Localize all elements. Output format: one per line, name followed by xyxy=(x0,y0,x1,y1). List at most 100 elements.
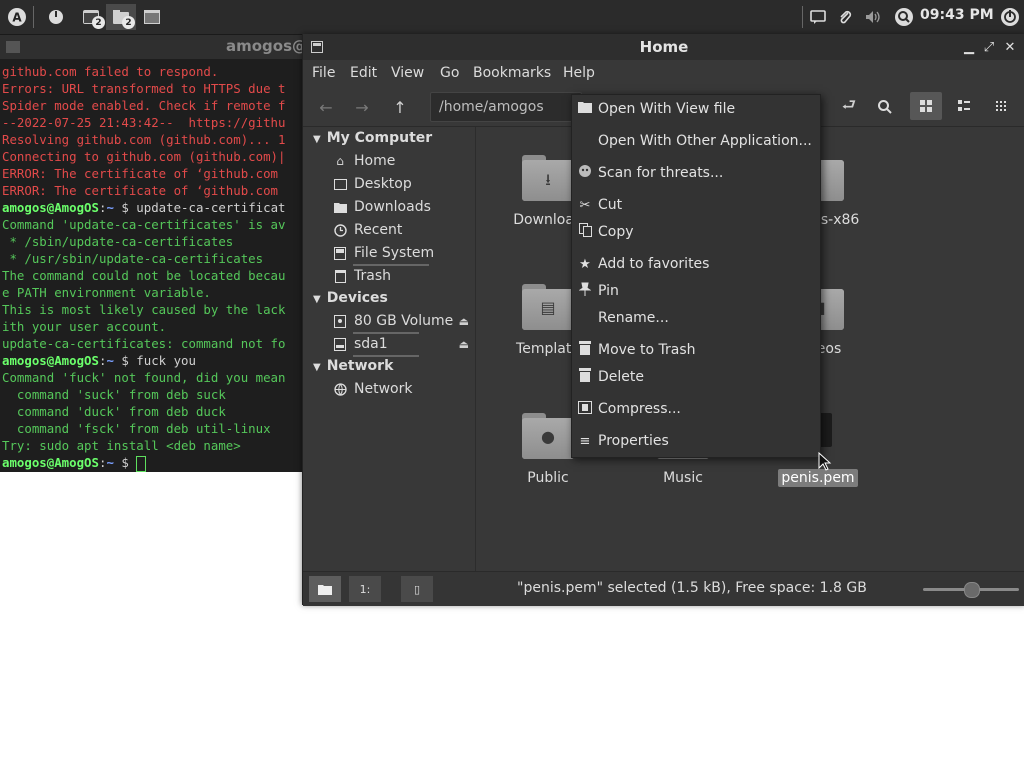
terminal-window[interactable]: amogos@ github.com failed to respond. Err… xyxy=(0,35,310,472)
context-menu-item[interactable]: Open With View file xyxy=(572,97,820,121)
show-treeview-button[interactable]: 1: xyxy=(349,576,381,602)
sidebar-section-devices[interactable]: ▼ Devices xyxy=(313,290,388,306)
menu-go[interactable]: Go xyxy=(440,65,459,81)
minimize-icon[interactable]: ▁ xyxy=(960,38,978,56)
terminal-titlebar[interactable]: amogos@ xyxy=(0,35,310,59)
context-menu-item[interactable]: ★ Add to favorites xyxy=(572,252,820,276)
terminal-output: github.com failed to respond. Errors: URL… xyxy=(2,63,310,472)
terminal-line: --2022-07-25 21:43:42-- https://githu xyxy=(2,115,286,130)
drive-icon xyxy=(333,337,347,351)
toggle-location-icon[interactable]: ⮐ xyxy=(836,94,862,120)
location-path: /home/amogos xyxy=(439,99,544,115)
terminal-icon xyxy=(6,41,20,53)
volume-usage-bar xyxy=(353,355,419,357)
taskbar-window-button[interactable] xyxy=(137,4,167,30)
mouse-pointer-icon xyxy=(818,452,832,471)
context-menu-item[interactable]: Open With Other Application... xyxy=(572,129,820,153)
search-icon[interactable] xyxy=(872,94,898,120)
compact-view-button[interactable] xyxy=(985,92,1017,120)
scan-icon xyxy=(572,164,598,182)
taskbar-files-button[interactable]: 2 xyxy=(106,4,136,30)
menu-bookmarks[interactable]: Bookmarks xyxy=(473,65,551,81)
terminal-line: amogos@AmogOS:~ $ fuck you xyxy=(2,353,196,368)
drive-icon xyxy=(333,314,347,328)
menu-view[interactable]: View xyxy=(391,65,424,81)
prompt-path: ~ xyxy=(106,455,114,470)
zoom-slider-knob[interactable] xyxy=(964,582,980,598)
menu-help[interactable]: Help xyxy=(563,65,595,81)
menu-file[interactable]: File xyxy=(312,65,335,81)
prompt-path: ~ xyxy=(106,353,114,368)
sidebar-item-desktop[interactable]: Desktop xyxy=(333,176,412,192)
location-bar[interactable]: /home/amogos xyxy=(430,92,582,122)
prompt-path: ~ xyxy=(106,200,114,215)
sidebar-item-network[interactable]: Network xyxy=(333,381,412,397)
menu-edit[interactable]: Edit xyxy=(350,65,377,81)
context-menu-item[interactable]: Rename... xyxy=(572,306,820,330)
terminal-line: e PATH environment variable. xyxy=(2,285,211,300)
icon-view-button[interactable] xyxy=(910,92,942,120)
maximize-icon[interactable]: ⤢ xyxy=(980,38,998,56)
terminal-line: ERROR: The certificate of ‘github.com xyxy=(2,183,279,198)
sidebar-section-network[interactable]: ▼ Network xyxy=(313,358,393,374)
context-menu-item[interactable]: ✂ Cut xyxy=(572,193,820,217)
status-text: "penis.pem" selected (1.5 kB), Free spac… xyxy=(517,580,867,596)
zoom-slider[interactable] xyxy=(923,582,1019,598)
delete-icon xyxy=(572,368,598,386)
list-view-button[interactable] xyxy=(948,92,980,120)
eject-icon[interactable]: ⏏ xyxy=(459,338,469,351)
context-menu-item[interactable]: Compress... xyxy=(572,397,820,421)
context-menu-item[interactable]: ≡ Properties xyxy=(572,429,820,453)
context-menu-item[interactable]: Pin xyxy=(572,279,820,303)
trash-icon xyxy=(333,269,347,283)
notifications-icon[interactable] xyxy=(803,4,833,30)
volume-icon[interactable] xyxy=(858,4,888,30)
copy-icon xyxy=(572,223,598,241)
up-arrow-icon[interactable]: ↑ xyxy=(387,94,413,120)
terminal-line: Spider mode enabled. Check if remote f xyxy=(2,98,286,113)
power-app-icon[interactable] xyxy=(41,4,71,30)
context-menu-item[interactable]: Copy xyxy=(572,220,820,244)
back-arrow-icon[interactable]: ← xyxy=(313,94,339,120)
terminal-line: Command 'update-ca-certificates' is av xyxy=(2,217,286,232)
context-menu-item[interactable]: Scan for threats... xyxy=(572,161,820,185)
sidebar-item-recent[interactable]: Recent xyxy=(333,222,402,238)
context-menu-label: Open With View file xyxy=(598,101,736,117)
context-menu-item[interactable]: Delete xyxy=(572,365,820,389)
terminal-line: command 'fsck' from deb util-linux xyxy=(2,421,271,436)
terminal-line: * /usr/sbin/update-ca-certificates xyxy=(2,251,264,266)
menu-logo-icon[interactable]: A xyxy=(2,4,32,30)
close-icon[interactable]: ✕ xyxy=(1001,38,1019,56)
terminal-line: amogos@AmogOS:~ $ update-ca-certificat xyxy=(2,200,286,215)
sidebar-item-filesystem[interactable]: File System xyxy=(333,245,434,261)
clock[interactable]: 09:43 PM xyxy=(920,7,994,23)
context-menu-label: Scan for threats... xyxy=(598,165,724,181)
sidebar-section-my-computer[interactable]: ▼ My Computer xyxy=(313,130,432,146)
sidebar-item-downloads[interactable]: Downloads xyxy=(333,199,431,215)
terminal-line: ERROR: The certificate of ‘github.com xyxy=(2,166,279,181)
document-icon: ▤ xyxy=(522,284,574,330)
hide-sidebar-button[interactable]: ▯ xyxy=(401,576,433,602)
context-menu-item[interactable]: Move to Trash xyxy=(572,338,820,362)
forward-arrow-icon[interactable]: → xyxy=(349,94,375,120)
scissors-icon: ✂ xyxy=(579,197,591,213)
show-places-button[interactable] xyxy=(309,576,341,602)
shutdown-icon[interactable] xyxy=(995,4,1024,30)
svg-text:A: A xyxy=(12,11,22,25)
prompt-user: amogos@AmogOS xyxy=(2,455,99,470)
sidebar-item-trash[interactable]: Trash xyxy=(333,268,391,284)
command-text: $ update-ca-certificat xyxy=(113,200,286,215)
terminal-line: amogos@AmogOS:~ $ xyxy=(2,454,310,472)
eject-icon[interactable]: ⏏ xyxy=(459,315,469,328)
sidebar-item-80gb-volume[interactable]: 80 GB Volume xyxy=(333,313,453,329)
star-icon: ★ xyxy=(579,256,591,272)
top-panel: A 2 2 09:43 PM xyxy=(0,0,1024,35)
search-icon[interactable] xyxy=(889,4,919,30)
window-titlebar[interactable]: Home ▁ ⤢ ✕ xyxy=(303,34,1024,60)
taskbar-terminal-button[interactable]: 2 xyxy=(76,4,106,30)
context-menu: Open With View file Open With Other Appli… xyxy=(571,94,821,458)
attachment-icon[interactable] xyxy=(830,4,860,30)
terminal-line: Errors: URL transformed to HTTPS due t xyxy=(2,81,286,96)
sidebar-item-home[interactable]: ⌂ Home xyxy=(333,153,395,169)
sidebar-item-sda1[interactable]: sda1 xyxy=(333,336,388,352)
